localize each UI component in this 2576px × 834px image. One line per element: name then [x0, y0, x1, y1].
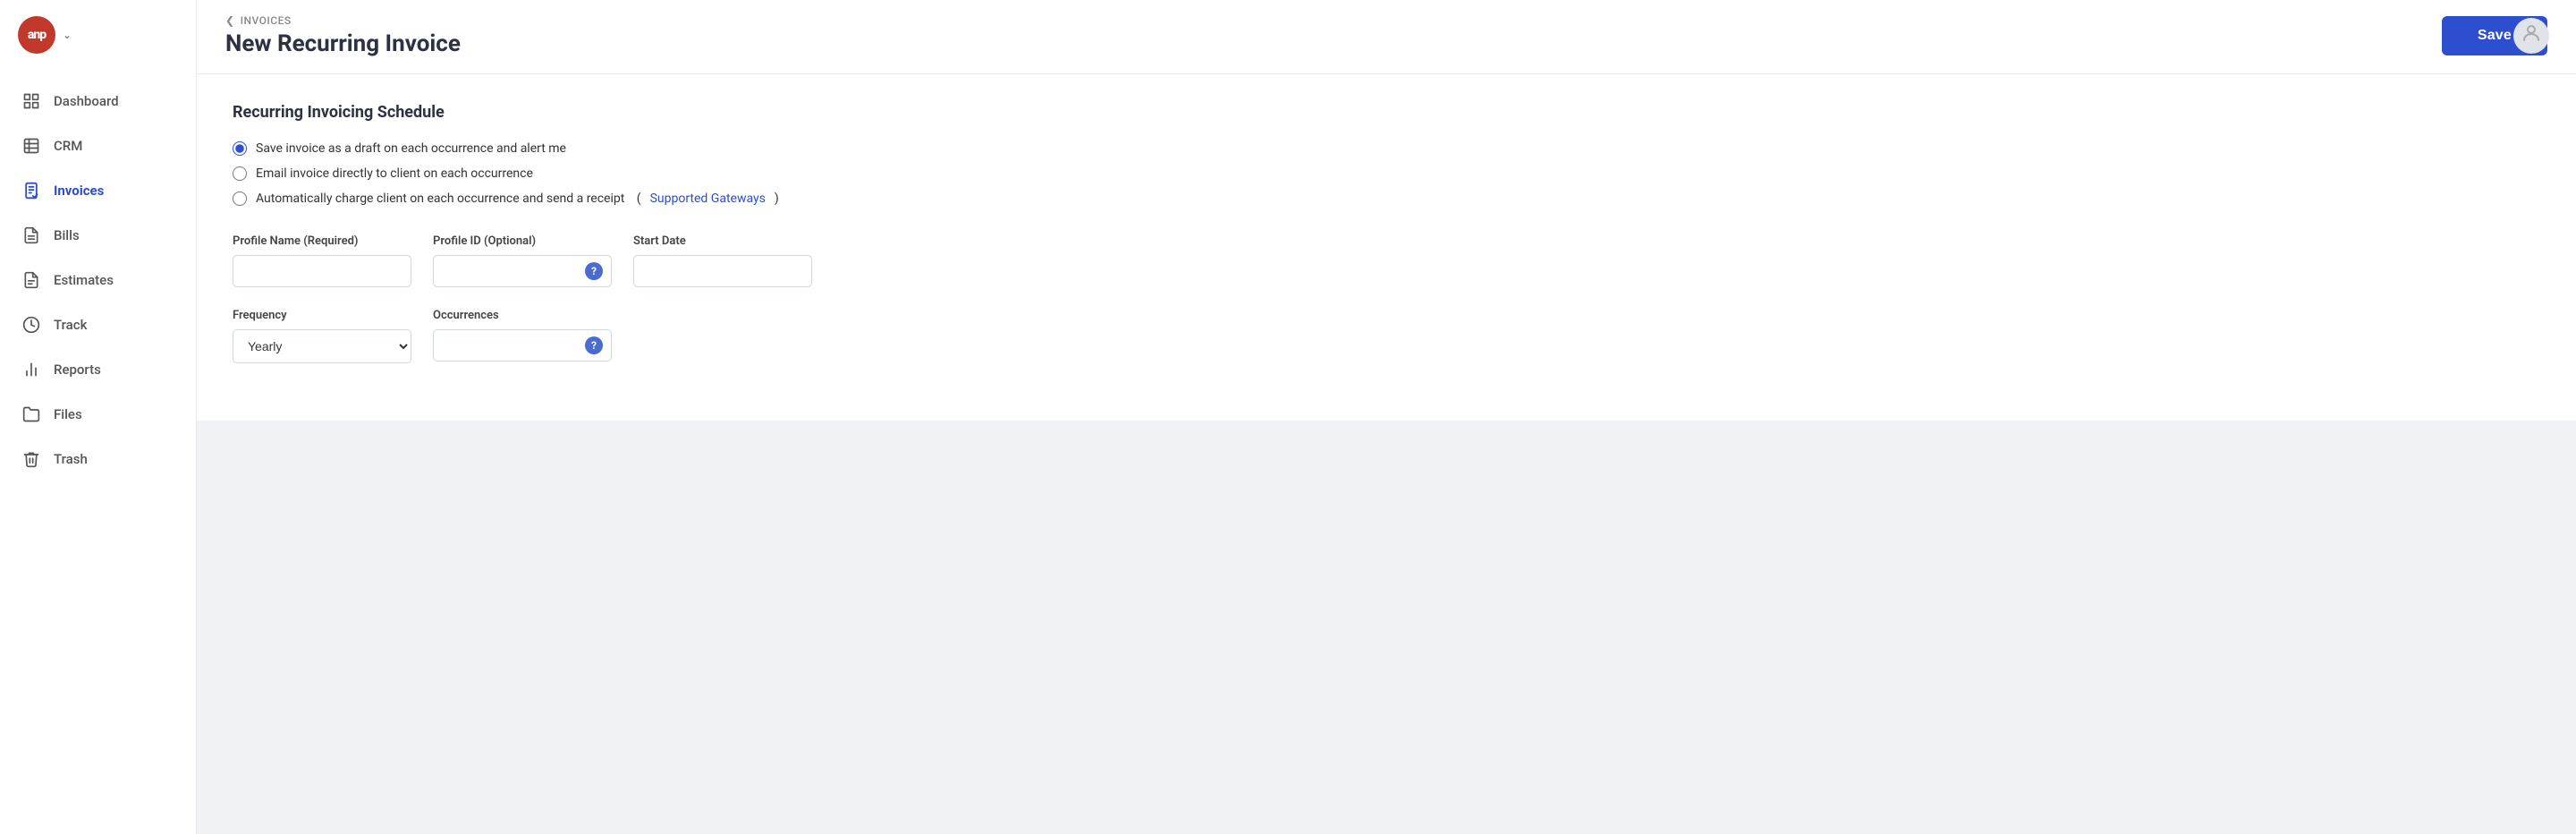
- profile-id-field-group: Profile ID (Optional) ?: [433, 234, 612, 287]
- bills-icon: [21, 226, 41, 245]
- start-date-field-group: Start Date 2020-06-23: [633, 234, 812, 287]
- header-left: ❮ INVOICES New Recurring Invoice: [225, 14, 461, 57]
- fields-row-1: Profile Name (Required) Profile ID (Opti…: [233, 234, 2540, 287]
- sidebar-item-label-files: Files: [54, 406, 82, 422]
- radio-email-input[interactable]: [233, 166, 247, 181]
- sidebar-item-label-reports: Reports: [54, 362, 101, 378]
- radio-option-email[interactable]: Email invoice directly to client on each…: [233, 166, 2540, 181]
- profile-name-label: Profile Name (Required): [233, 234, 411, 248]
- user-avatar[interactable]: [2513, 18, 2549, 54]
- invoices-icon: [21, 181, 41, 200]
- track-icon: [21, 315, 41, 335]
- trash-icon: [21, 449, 41, 469]
- logo-chevron-icon: ⌄: [63, 29, 72, 41]
- sidebar-item-bills[interactable]: Bills: [0, 213, 196, 258]
- occurrences-help-icon[interactable]: ?: [585, 336, 603, 354]
- start-date-label: Start Date: [633, 234, 812, 248]
- crm-icon: [21, 136, 41, 156]
- sidebar-item-files[interactable]: Files: [0, 392, 196, 437]
- start-date-input[interactable]: 2020-06-23: [633, 255, 812, 287]
- page-title: New Recurring Invoice: [225, 30, 461, 57]
- sidebar-item-label-track: Track: [54, 317, 87, 333]
- occurrences-input-wrapper: 0 ?: [433, 329, 612, 362]
- sidebar-item-dashboard[interactable]: Dashboard: [0, 79, 196, 123]
- radio-charge-input[interactable]: [233, 191, 247, 206]
- profile-name-field-group: Profile Name (Required): [233, 234, 411, 287]
- sidebar-item-label-estimates: Estimates: [54, 272, 114, 288]
- sidebar-item-label-bills: Bills: [54, 227, 80, 243]
- content-area: Recurring Invoicing Schedule Save invoic…: [197, 74, 2576, 834]
- profile-id-input-wrapper: ?: [433, 255, 612, 287]
- radio-email-label: Email invoice directly to client on each…: [256, 166, 533, 181]
- breadcrumb-chevron-icon: ❮: [225, 14, 235, 27]
- radio-option-charge[interactable]: Automatically charge client on each occu…: [233, 191, 2540, 206]
- sidebar-item-track[interactable]: Track: [0, 302, 196, 347]
- reports-icon: [21, 360, 41, 379]
- frequency-select[interactable]: Yearly Monthly Weekly Daily: [233, 329, 411, 363]
- logo-icon: anp: [18, 16, 55, 54]
- dashboard-icon: [21, 91, 41, 111]
- radio-draft-label: Save invoice as a draft on each occurren…: [256, 141, 566, 156]
- sidebar-item-label-invoices: Invoices: [54, 183, 104, 199]
- occurrences-label: Occurrences: [433, 309, 612, 322]
- profile-id-label: Profile ID (Optional): [433, 234, 612, 248]
- sidebar-item-trash[interactable]: Trash: [0, 437, 196, 481]
- frequency-field-group: Frequency Yearly Monthly Weekly Daily: [233, 309, 411, 363]
- sidebar-item-crm[interactable]: CRM: [0, 123, 196, 168]
- profile-id-help-icon[interactable]: ?: [585, 262, 603, 280]
- sidebar-nav: Dashboard CRM Invoices: [0, 70, 196, 834]
- breadcrumb-label: INVOICES: [241, 14, 292, 27]
- radio-draft-input[interactable]: [233, 141, 247, 156]
- avatar-icon: [2521, 22, 2542, 49]
- page-header: ❮ INVOICES New Recurring Invoice Save: [197, 0, 2576, 74]
- sidebar-item-estimates[interactable]: Estimates: [0, 258, 196, 302]
- files-icon: [21, 404, 41, 424]
- sidebar-item-invoices[interactable]: Invoices: [0, 168, 196, 213]
- radio-charge-label: Automatically charge client on each occu…: [256, 191, 624, 206]
- frequency-label: Frequency: [233, 309, 411, 322]
- occurrences-field-group: Occurrences 0 ?: [433, 309, 612, 362]
- sidebar: anp ⌄ Dashboard CRM: [0, 0, 197, 834]
- estimates-icon: [21, 270, 41, 290]
- fields-row-2: Frequency Yearly Monthly Weekly Daily Oc…: [233, 309, 2540, 363]
- sidebar-item-label-crm: CRM: [54, 138, 82, 154]
- sidebar-item-reports[interactable]: Reports: [0, 347, 196, 392]
- logo-button[interactable]: anp ⌄: [0, 0, 196, 70]
- form-section: Recurring Invoicing Schedule Save invoic…: [197, 74, 2576, 421]
- section-title: Recurring Invoicing Schedule: [233, 103, 2540, 122]
- sidebar-item-label-dashboard: Dashboard: [54, 93, 119, 109]
- sidebar-item-label-trash: Trash: [54, 451, 88, 467]
- radio-option-draft[interactable]: Save invoice as a draft on each occurren…: [233, 141, 2540, 156]
- main-wrapper: ❮ INVOICES New Recurring Invoice Save Re…: [197, 0, 2576, 834]
- profile-name-input[interactable]: [233, 255, 411, 287]
- supported-gateways-link[interactable]: Supported Gateways: [650, 191, 766, 206]
- breadcrumb: ❮ INVOICES: [225, 14, 461, 27]
- radio-group: Save invoice as a draft on each occurren…: [233, 141, 2540, 206]
